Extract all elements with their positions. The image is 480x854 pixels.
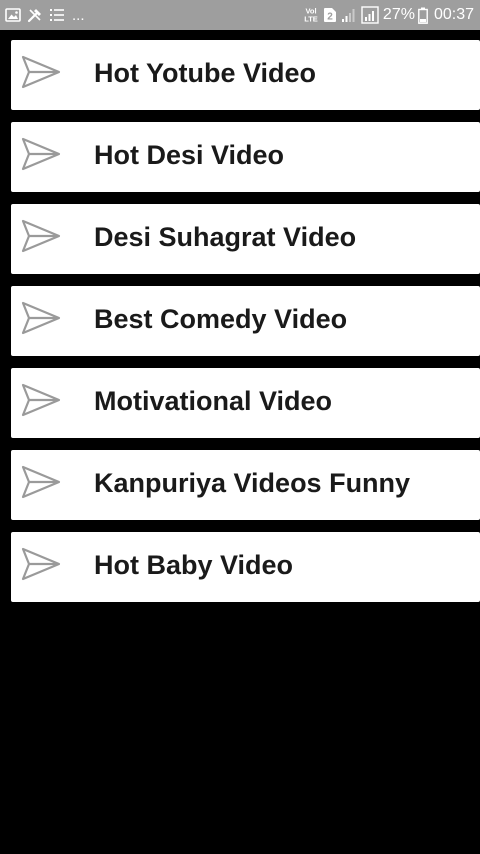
send-arrow-icon	[20, 545, 62, 583]
tools-icon	[27, 7, 43, 23]
list-item[interactable]: Motivational Video	[11, 368, 480, 438]
list-item-label: Desi Suhagrat Video	[94, 222, 357, 252]
list-icon	[49, 8, 65, 22]
image-icon	[5, 8, 21, 22]
list-item-label: Hot Yotube Video	[94, 58, 317, 88]
battery-percent: 27%	[382, 6, 415, 23]
clock: 00:37	[433, 6, 474, 23]
volte-icon: Vol LTE	[303, 6, 319, 24]
send-arrow-icon	[20, 463, 62, 501]
list-item[interactable]: Hot Desi Video	[11, 122, 480, 192]
list-item-label: Motivational Video	[94, 386, 333, 416]
send-arrow-icon	[20, 381, 62, 419]
sim-2-icon: 2	[323, 7, 337, 23]
overflow-indicator: ...	[72, 6, 85, 24]
battery-icon	[418, 7, 428, 24]
signal-icon	[361, 6, 379, 24]
status-bar-system: Vol LTE 2 27% 00:37	[303, 6, 474, 24]
list-item-label: Best Comedy Video	[94, 304, 348, 334]
volte-line2: LTE	[304, 15, 318, 24]
video-category-list: Hot Yotube Video Hot Desi Video Desi Suh…	[11, 40, 480, 614]
list-item-label: Kanpuriya Videos Funny	[94, 468, 411, 498]
list-item[interactable]: Hot Baby Video	[11, 532, 480, 602]
list-item[interactable]: Hot Yotube Video	[11, 40, 480, 110]
send-arrow-icon	[20, 135, 62, 173]
list-item-label: Hot Baby Video	[94, 550, 294, 580]
list-item[interactable]: Best Comedy Video	[11, 286, 480, 356]
sim-badge: 2	[327, 12, 333, 23]
send-arrow-icon	[20, 53, 62, 91]
send-arrow-icon	[20, 217, 62, 255]
signal-weak-icon	[341, 7, 357, 23]
status-bar-notifications: ...	[5, 7, 85, 23]
list-item[interactable]: Kanpuriya Videos Funny	[11, 450, 480, 520]
list-item[interactable]: Desi Suhagrat Video	[11, 204, 480, 274]
list-item-label: Hot Desi Video	[94, 140, 285, 170]
send-arrow-icon	[20, 299, 62, 337]
status-bar: ... Vol LTE 2 27% 00:37	[0, 0, 480, 30]
